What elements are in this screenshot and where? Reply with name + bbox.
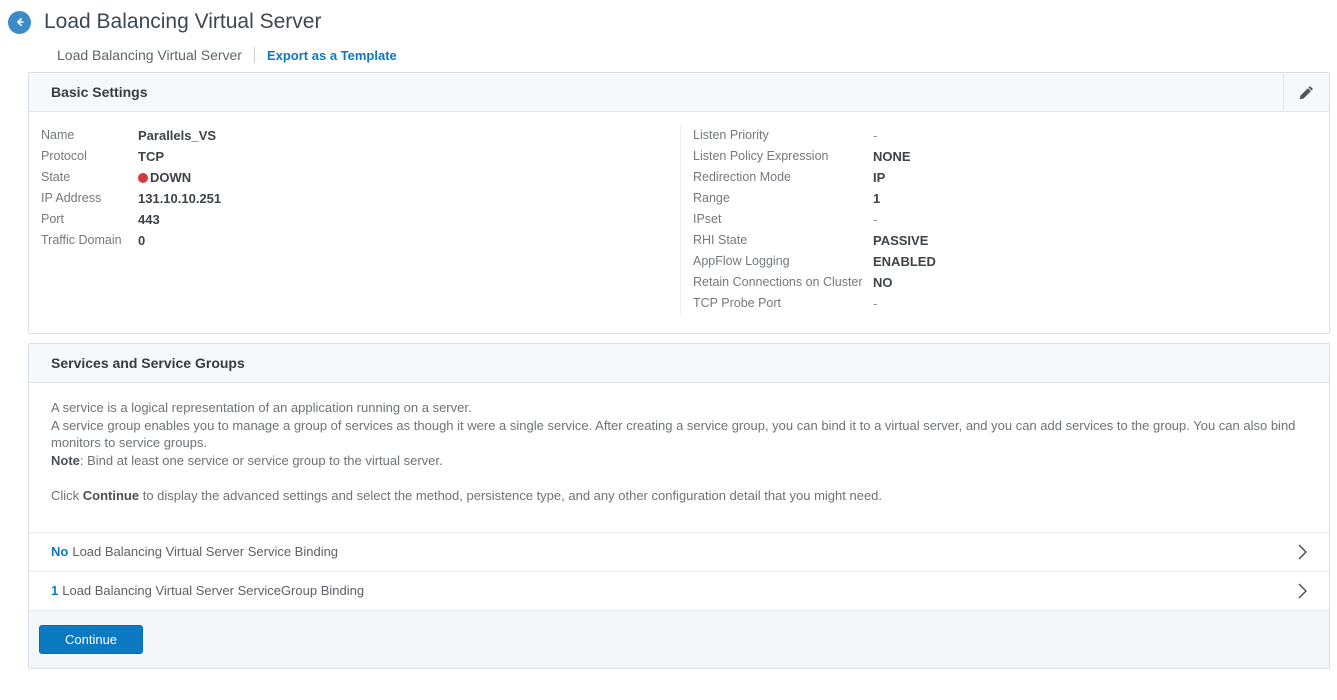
chevron-right-icon: [1298, 583, 1307, 599]
description-line-1: A service is a logical representation of…: [51, 399, 1307, 417]
basic-settings-right-column: Listen Priority - Listen Policy Expressi…: [681, 125, 1329, 314]
description-line-2: A service group enables you to manage a …: [51, 417, 1307, 452]
services-panel: Services and Service Groups A service is…: [28, 343, 1330, 669]
basic-settings-header: Basic Settings: [29, 73, 1329, 112]
field-state: State DOWN: [29, 167, 680, 188]
basic-settings-body: Name Parallels_VS Protocol TCP State DOW…: [29, 112, 1329, 333]
edit-basic-settings-button[interactable]: [1283, 73, 1329, 111]
continue-hint: Click Continue to display the advanced s…: [51, 487, 1307, 505]
field-protocol: Protocol TCP: [29, 146, 680, 167]
servicegroup-binding-row[interactable]: 1 Load Balancing Virtual Server ServiceG…: [29, 571, 1329, 610]
services-footer: Continue: [29, 610, 1329, 668]
service-binding-row[interactable]: No Load Balancing Virtual Server Service…: [29, 532, 1329, 571]
services-header: Services and Service Groups: [29, 344, 1329, 383]
breadcrumb: Load Balancing Virtual Server Export as …: [57, 47, 1337, 63]
services-title: Services and Service Groups: [29, 355, 245, 371]
field-rhi-state: RHI State PASSIVE: [681, 230, 1329, 251]
field-listen-policy-expression: Listen Policy Expression NONE: [681, 146, 1329, 167]
field-port: Port 443: [29, 209, 680, 230]
subtab-label: Load Balancing Virtual Server: [57, 47, 242, 63]
export-as-template-link[interactable]: Export as a Template: [267, 48, 397, 63]
page-title: Load Balancing Virtual Server: [44, 10, 321, 34]
basic-settings-title: Basic Settings: [29, 84, 147, 100]
divider: [254, 47, 255, 63]
field-listen-priority: Listen Priority -: [681, 125, 1329, 146]
field-ip-address: IP Address 131.10.10.251: [29, 188, 680, 209]
basic-settings-left-column: Name Parallels_VS Protocol TCP State DOW…: [29, 125, 681, 314]
field-appflow-logging: AppFlow Logging ENABLED: [681, 251, 1329, 272]
continue-button[interactable]: Continue: [39, 625, 143, 654]
page-header: Load Balancing Virtual Server: [0, 0, 1337, 34]
field-range: Range 1: [681, 188, 1329, 209]
field-traffic-domain: Traffic Domain 0: [29, 230, 680, 251]
basic-settings-panel: Basic Settings Name Parallels_VS Protoco…: [28, 72, 1330, 334]
description-note: Note: Bind at least one service or servi…: [51, 452, 1307, 470]
arrow-left-icon: [13, 15, 27, 29]
field-ipset: IPset -: [681, 209, 1329, 230]
pencil-icon: [1299, 85, 1314, 100]
field-tcp-probe-port: TCP Probe Port -: [681, 293, 1329, 314]
chevron-right-icon: [1298, 544, 1307, 560]
red-dot-icon: [138, 173, 148, 183]
field-redirection-mode: Redirection Mode IP: [681, 167, 1329, 188]
field-retain-connections-on-cluster: Retain Connections on Cluster NO: [681, 272, 1329, 293]
back-button[interactable]: [8, 11, 31, 34]
status-badge: DOWN: [138, 167, 191, 188]
services-description: A service is a logical representation of…: [29, 383, 1329, 532]
field-name: Name Parallels_VS: [29, 125, 680, 146]
